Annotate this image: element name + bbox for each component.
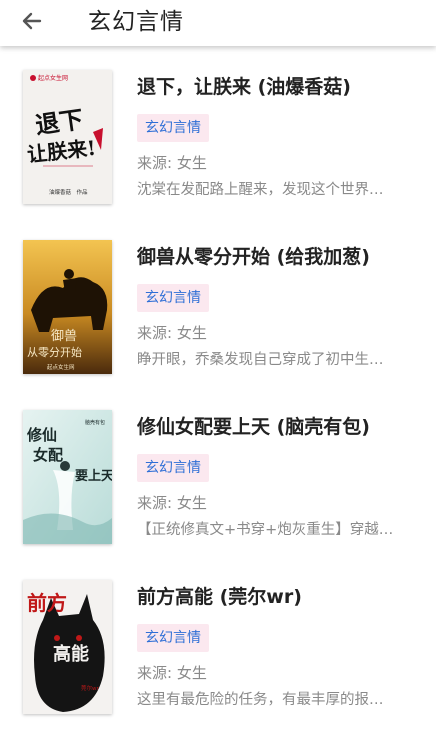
book-description: 这里有最危险的任务，有最丰厚的报… <box>137 692 384 708</box>
book-source: 来源: 女生 <box>137 664 207 682</box>
book-source: 来源: 女生 <box>137 494 207 512</box>
book-title[interactable]: 御兽从零分开始 (给我加葱) <box>137 244 427 270</box>
page-title: 玄幻言情 <box>88 9 184 35</box>
cover-title-line-1: 修仙 <box>26 426 57 444</box>
book-description: 【正统修真文+书穿+炮灰重生】穿越… <box>137 522 394 538</box>
category-tag[interactable]: 玄幻言情 <box>137 284 209 312</box>
book-title[interactable]: 修仙女配要上天 (脑壳有包) <box>137 414 427 440</box>
category-tag[interactable]: 玄幻言情 <box>137 114 209 142</box>
book-description: 睁开眼，乔桑发现自己穿成了初中生… <box>137 352 384 368</box>
book-item-4[interactable]: 前方 高能 莞尔wr 前方高能 (莞尔wr) 玄幻言情 来源: 女生 这里有最危… <box>0 556 436 726</box>
cover-author: 莞尔wr <box>81 684 99 692</box>
cover-author: 油爆香菇 作品 <box>49 188 88 196</box>
cover-title-line-1: 前方 <box>27 591 67 615</box>
cover-author: 脑壳有包 <box>85 419 105 426</box>
book-cover-art-1: 起点女生网 退下 让朕来! 油爆香菇 作品 <box>23 70 112 204</box>
cover-publisher: 起点女生网 <box>47 363 75 371</box>
cover-title-line-2: 从零分开始 <box>27 345 82 359</box>
book-source: 来源: 女生 <box>137 324 207 342</box>
book-source: 来源: 女生 <box>137 154 207 172</box>
book-item-1[interactable]: 起点女生网 退下 让朕来! 油爆香菇 作品 退下，让朕来 (油爆香菇) 玄幻言情… <box>0 46 436 216</box>
book-item-2[interactable]: 御兽 从零分开始 起点女生网 御兽从零分开始 (给我加葱) 玄幻言情 来源: 女… <box>0 216 436 386</box>
book-title[interactable]: 退下，让朕来 (油爆香菇) <box>137 74 427 100</box>
cover-title-line-1: 御兽 <box>51 329 77 344</box>
category-tag[interactable]: 玄幻言情 <box>137 624 209 652</box>
book-item-3[interactable]: 修仙 女配 要上天 脑壳有包 修仙女配要上天 (脑壳有包) 玄幻言情 来源: 女… <box>0 386 436 556</box>
book-cover-2[interactable]: 御兽 从零分开始 起点女生网 <box>23 240 112 374</box>
category-tag[interactable]: 玄幻言情 <box>137 454 209 482</box>
book-description: 沈棠在发配路上醒来，发现这个世界… <box>137 182 384 198</box>
cover-title-line-3: 要上天 <box>75 469 112 484</box>
top-app-bar: 玄幻言情 <box>0 0 436 46</box>
book-cover-1[interactable]: 起点女生网 退下 让朕来! 油爆香菇 作品 <box>23 70 112 204</box>
arrow-left-icon <box>20 9 44 37</box>
book-cover-4[interactable]: 前方 高能 莞尔wr <box>23 580 112 714</box>
book-cover-art-3: 修仙 女配 要上天 脑壳有包 <box>23 410 112 544</box>
book-cover-3[interactable]: 修仙 女配 要上天 脑壳有包 <box>23 410 112 544</box>
back-button[interactable] <box>14 6 50 40</box>
cover-title-line-2: 女配 <box>33 446 63 464</box>
cover-publisher: 起点女生网 <box>38 74 68 82</box>
book-cover-art-2: 御兽 从零分开始 起点女生网 <box>23 240 112 374</box>
cover-title-line-2: 高能 <box>53 643 89 665</box>
book-cover-art-4: 前方 高能 莞尔wr <box>23 580 112 714</box>
book-title[interactable]: 前方高能 (莞尔wr) <box>137 584 427 610</box>
